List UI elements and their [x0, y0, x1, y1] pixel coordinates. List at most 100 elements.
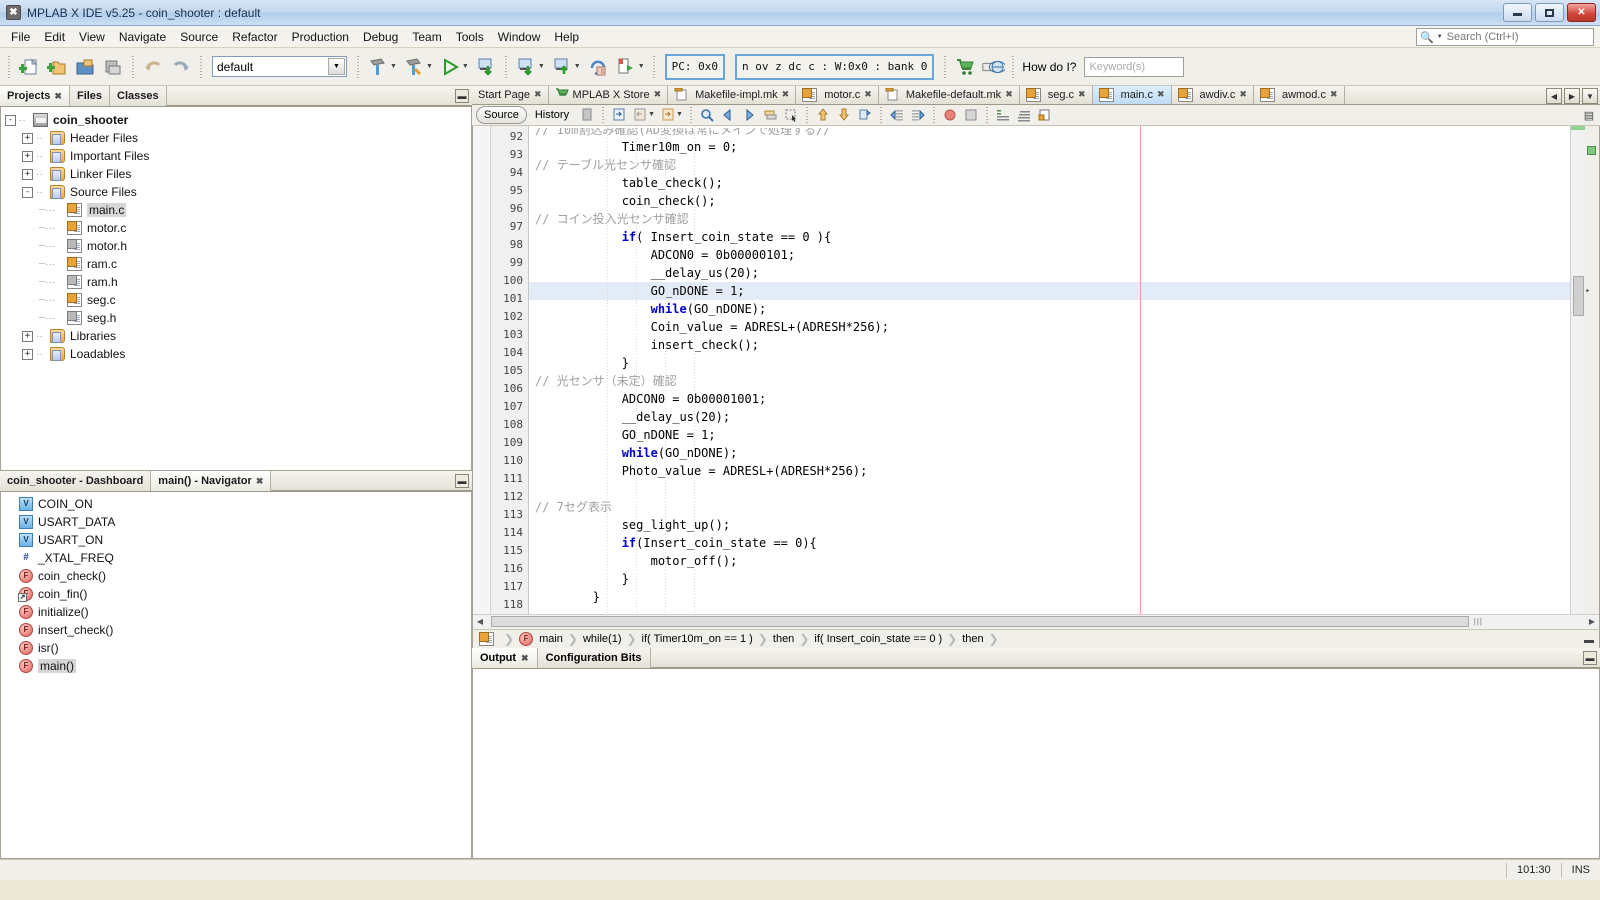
navigator-item[interactable]: Finitialize() — [5, 603, 471, 621]
next-bookmark-icon[interactable] — [834, 105, 854, 125]
collapse-icon[interactable]: - — [22, 186, 33, 198]
stop-icon[interactable] — [961, 105, 981, 125]
code-line[interactable]: while(GO_nDONE); — [529, 444, 1570, 462]
code-line[interactable]: // テーブル光センサ確認 — [529, 156, 1570, 174]
uncomment-icon[interactable] — [1014, 105, 1034, 125]
navigator-item[interactable]: V USART_ON — [5, 531, 471, 549]
maximize-button[interactable] — [1535, 3, 1564, 22]
close-icon[interactable]: ✖ — [654, 89, 662, 100]
tree-node[interactable]: ┈··· motor.h — [5, 237, 471, 255]
breadcrumb-item[interactable]: then — [962, 633, 983, 645]
menu-edit[interactable]: Edit — [37, 28, 72, 46]
tree-node[interactable]: - ·· Source Files — [5, 183, 471, 201]
configuration-dropdown[interactable]: default ▼ — [212, 56, 347, 77]
close-button[interactable]: ✕ — [1567, 3, 1596, 22]
previous-occurrence-icon[interactable] — [718, 105, 738, 125]
breadcrumb-item[interactable]: while(1) — [583, 633, 622, 645]
navigator-item[interactable]: Fmain() — [5, 657, 471, 675]
scroll-right-icon[interactable]: ▶ — [1585, 617, 1599, 626]
code-line[interactable]: Coin_value = ADRESL+(ADRESH*256); — [529, 318, 1570, 336]
tree-node[interactable]: ┈··· ram.h — [5, 273, 471, 291]
minimize-button[interactable] — [1503, 3, 1532, 22]
scrollbar-thumb[interactable] — [491, 615, 1469, 627]
tab-list-icon[interactable]: ▼ — [1582, 88, 1598, 104]
code-line[interactable]: // 7セグ表示 — [529, 498, 1570, 516]
next-occurrence-icon[interactable] — [739, 105, 759, 125]
prev-tab-icon[interactable]: ◀ — [1546, 88, 1562, 104]
run-icon[interactable] — [437, 54, 463, 80]
tree-node[interactable]: - ·· coin_shooter — [5, 111, 471, 129]
tree-node[interactable]: + ·· Important Files — [5, 147, 471, 165]
tree-node[interactable]: ┈··· motor.c — [5, 219, 471, 237]
close-icon[interactable]: ✖ — [1157, 89, 1165, 100]
search-input[interactable]: 🔍 ▼ Search (Ctrl+I) — [1416, 28, 1594, 46]
menu-team[interactable]: Team — [405, 28, 448, 46]
code-line[interactable]: // コイン投入光センサ確認 — [529, 210, 1570, 228]
new-project-icon[interactable] — [44, 54, 70, 80]
store-cart-icon[interactable] — [952, 54, 978, 80]
inspect-icon[interactable] — [1035, 105, 1055, 125]
menu-production[interactable]: Production — [285, 28, 356, 46]
editor-tab[interactable]: Makefile-default.mk ✖ — [879, 86, 1020, 104]
tree-node[interactable]: ┈··· ram.c — [5, 255, 471, 273]
expand-icon[interactable]: + — [22, 150, 33, 162]
close-icon[interactable]: ✖ — [1005, 89, 1013, 100]
chevron-down-icon[interactable]: ▼ — [676, 111, 683, 118]
clean-build-icon[interactable] — [401, 54, 427, 80]
editor-vertical-scrollbar[interactable] — [1570, 125, 1585, 614]
breadcrumb-item[interactable]: if( Insert_coin_state == 0 ) — [814, 633, 942, 645]
redo-icon[interactable] — [168, 54, 194, 80]
code-line[interactable]: if( Insert_coin_state == 0 ){ — [529, 228, 1570, 246]
menu-source[interactable]: Source — [173, 28, 225, 46]
menu-window[interactable]: Window — [491, 28, 548, 46]
save-all-icon[interactable] — [100, 54, 126, 80]
tree-node[interactable]: + ·· Linker Files — [5, 165, 471, 183]
chevron-down-icon[interactable]: ▼ — [426, 63, 433, 70]
chevron-down-icon[interactable]: ▼ — [538, 63, 545, 70]
expand-icon[interactable]: + — [22, 168, 33, 180]
menu-tools[interactable]: Tools — [449, 28, 491, 46]
chevron-down-icon[interactable]: ▼ — [648, 111, 655, 118]
debug-project-icon[interactable] — [473, 54, 499, 80]
expand-icon[interactable]: + — [22, 348, 33, 360]
program-device-icon[interactable] — [513, 54, 539, 80]
tab-configuration-bits[interactable]: Configuration Bits — [538, 648, 651, 669]
history-view-button[interactable]: History — [528, 106, 576, 124]
minimize-panel-icon[interactable]: ▬ — [455, 474, 469, 488]
tree-node[interactable]: ┈··· main.c — [5, 201, 471, 219]
chevron-down-icon[interactable]: ▼ — [638, 63, 645, 70]
maximize-editor-icon[interactable]: ▤ — [1582, 109, 1596, 123]
code-line[interactable]: while(GO_nDONE); — [529, 300, 1570, 318]
code-line[interactable]: } — [529, 354, 1570, 372]
code-line[interactable]: // 10m割込み確認(AD変換は常にメインで処理する// — [529, 128, 1570, 138]
tab-output[interactable]: Output ✖ — [472, 648, 538, 669]
expand-icon[interactable]: + — [22, 132, 33, 144]
find-selection-icon[interactable] — [697, 105, 717, 125]
next-tab-icon[interactable]: ▶ — [1564, 88, 1580, 104]
breadcrumb-item[interactable]: then — [773, 633, 794, 645]
code-line[interactable]: GO_nDONE = 1; — [529, 281, 1570, 300]
code-line[interactable] — [529, 480, 1570, 498]
code-line[interactable]: __delay_us(20); — [529, 264, 1570, 282]
previous-bookmark-icon[interactable] — [813, 105, 833, 125]
hold-reset-icon[interactable] — [585, 54, 611, 80]
navigator-item[interactable]: # _XTAL_FREQ — [5, 549, 471, 567]
menu-view[interactable]: View — [72, 28, 112, 46]
code-line[interactable]: } — [529, 570, 1570, 588]
open-project-icon[interactable] — [72, 54, 98, 80]
close-icon[interactable]: ✖ — [54, 91, 62, 102]
editor-tab[interactable]: motor.c ✖ — [796, 86, 879, 104]
tree-node[interactable]: ┈··· seg.h — [5, 309, 471, 327]
toggle-breakpoint-icon[interactable] — [940, 105, 960, 125]
glyph-gutter[interactable] — [473, 125, 491, 614]
code-line[interactable]: ADCON0 = 0b00000101; — [529, 246, 1570, 264]
chevron-down-icon[interactable]: ▼ — [328, 58, 345, 75]
refresh-debug-icon[interactable] — [613, 54, 639, 80]
navigator-item[interactable]: Finsert_check() — [5, 621, 471, 639]
code-line[interactable]: Photo_value = ADRESL+(ADRESH*256); — [529, 462, 1570, 480]
code-line[interactable]: if(Insert_coin_state == 0){ — [529, 534, 1570, 552]
collapse-icon[interactable]: - — [5, 114, 16, 126]
back-icon[interactable] — [630, 105, 650, 125]
tree-node[interactable]: ┈··· seg.c — [5, 291, 471, 309]
last-edit-icon[interactable] — [609, 105, 629, 125]
